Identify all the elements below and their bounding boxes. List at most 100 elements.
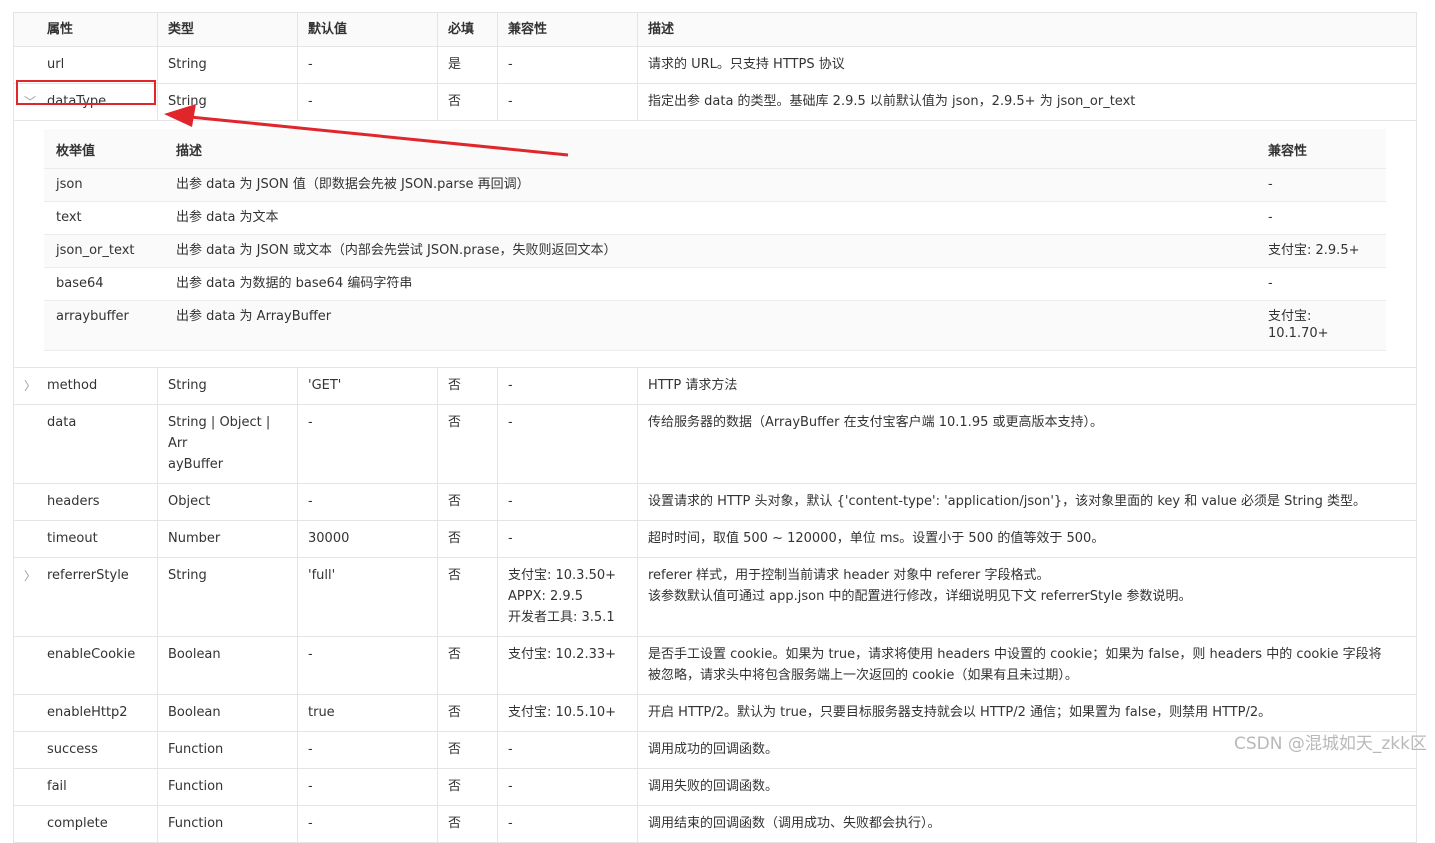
param-required: 否 [437,404,498,484]
param-type-line: String | Object | Arr [168,415,271,451]
param-default: - [297,636,438,695]
col-header-property: 属性 [13,12,158,47]
param-type: Object [157,483,298,521]
param-type: String [157,367,298,405]
enum-compat: 支付宝: 2.9.5+ [1256,234,1386,268]
param-required: 否 [437,731,498,769]
table-row-collapsible[interactable]: 〉 method String 'GET' 否 - HTTP 请求方法 [13,367,1417,405]
param-compat: - [497,483,638,521]
table-row: timeout Number 30000 否 - 超时时间，取值 500 ~ 1… [13,520,1417,558]
param-required: 否 [437,83,498,121]
enum-row: base64 出参 data 为数据的 base64 编码字符串 - [44,267,1386,301]
param-type: Number [157,520,298,558]
enum-row: json 出参 data 为 JSON 值（即数据会先被 JSON.parse … [44,168,1386,202]
param-desc: HTTP 请求方法 [637,367,1417,405]
enum-value: text [44,201,164,235]
enum-value: base64 [44,267,164,301]
enum-compat: - [1256,168,1386,202]
table-row-expanded[interactable]: ﹀ dataType String - 否 - 指定出参 data 的类型。基础… [13,83,1417,121]
param-default: - [297,404,438,484]
param-compat: - [497,404,638,484]
param-required: 否 [437,636,498,695]
param-required: 否 [437,367,498,405]
enum-desc: 出参 data 为 JSON 值（即数据会先被 JSON.parse 再回调） [164,168,1256,202]
compat-line: 开发者工具: 3.5.1 [508,610,615,625]
enum-desc: 出参 data 为数据的 base64 编码字符串 [164,267,1256,301]
param-compat: - [497,83,638,121]
table-row: data String | Object | Arr ayBuffer - 否 … [13,404,1417,484]
expanded-detail-row: 枚举值 描述 兼容性 json 出参 data 为 JSON 值（即数据会先被 … [13,120,1417,368]
param-name: enableHttp2 [13,694,158,732]
param-desc: 设置请求的 HTTP 头对象，默认 {'content-type': 'appl… [637,483,1417,521]
enum-subtable: 枚举值 描述 兼容性 json 出参 data 为 JSON 值（即数据会先被 … [44,129,1386,351]
desc-line: referer 样式，用于控制当前请求 header 对象中 referer 字… [648,568,1050,583]
table-row-collapsible[interactable]: 〉 referrerStyle String 'full' 否 支付宝: 10.… [13,557,1417,637]
param-default: 'full' [297,557,438,637]
chevron-right-icon[interactable]: 〉 [24,376,36,397]
param-default: - [297,83,438,121]
col-header-required: 必填 [437,12,498,47]
param-compat: - [497,805,638,843]
enum-value: json [44,168,164,202]
param-compat: 支付宝: 10.2.33+ [497,636,638,695]
table-row: enableCookie Boolean - 否 支付宝: 10.2.33+ 是… [13,636,1417,695]
param-compat: - [497,46,638,84]
param-required: 否 [437,805,498,843]
param-name: timeout [13,520,158,558]
enum-col-desc: 描述 [164,129,1256,169]
param-desc: 调用结束的回调函数（调用成功、失败都会执行）。 [637,805,1417,843]
param-desc: 开启 HTTP/2。默认为 true，只要目标服务器支持就会以 HTTP/2 通… [637,694,1417,732]
enum-compat: 支付宝: 10.1.70+ [1256,300,1386,351]
param-name: headers [13,483,158,521]
param-default: - [297,46,438,84]
col-header-default: 默认值 [297,12,438,47]
param-compat: - [497,520,638,558]
param-default: 'GET' [297,367,438,405]
param-default: - [297,731,438,769]
param-name-cell[interactable]: 〉 method [13,367,158,405]
param-name: complete [13,805,158,843]
param-name-cell[interactable]: 〉 referrerStyle [13,557,158,637]
param-desc: 超时时间，取值 500 ~ 120000，单位 ms。设置小于 500 的值等效… [637,520,1417,558]
param-default: - [297,768,438,806]
col-header-type: 类型 [157,12,298,47]
param-type: Function [157,731,298,769]
param-name: referrerStyle [47,568,129,583]
param-required: 否 [437,483,498,521]
desc-line: 被忽略，请求头中将包含服务端上一次返回的 cookie（如果有且未过期）。 [648,668,1078,683]
table-header: 属性 类型 默认值 必填 兼容性 描述 [13,12,1417,47]
enum-value: arraybuffer [44,300,164,351]
enum-desc: 出参 data 为 JSON 或文本（内部会先尝试 JSON.prase，失败则… [164,234,1256,268]
param-desc: 调用失败的回调函数。 [637,768,1417,806]
enum-row: arraybuffer 出参 data 为 ArrayBuffer 支付宝: 1… [44,300,1386,351]
enum-row: json_or_text 出参 data 为 JSON 或文本（内部会先尝试 J… [44,234,1386,268]
enum-value: json_or_text [44,234,164,268]
param-compat: - [497,731,638,769]
table-row: success Function - 否 - 调用成功的回调函数。 [13,731,1417,769]
param-name: fail [13,768,158,806]
param-required: 否 [437,768,498,806]
param-required: 否 [437,520,498,558]
param-name: success [13,731,158,769]
enum-desc: 出参 data 为文本 [164,201,1256,235]
chevron-right-icon[interactable]: 〉 [24,566,36,587]
param-default: true [297,694,438,732]
param-type: String [157,83,298,121]
param-required: 是 [437,46,498,84]
param-type: Boolean [157,694,298,732]
param-compat: 支付宝: 10.3.50+ APPX: 2.9.5 开发者工具: 3.5.1 [497,557,638,637]
param-name: url [13,46,158,84]
param-type: String [157,557,298,637]
enum-header: 枚举值 描述 兼容性 [44,129,1386,169]
param-desc: 指定出参 data 的类型。基础库 2.9.5 以前默认值为 json，2.9.… [637,83,1417,121]
param-type: Function [157,805,298,843]
watermark: CSDN @混城如天_zkk区 [1234,734,1427,754]
enum-compat: - [1256,201,1386,235]
param-name: method [47,378,98,393]
param-type: Function [157,768,298,806]
param-desc: 是否手工设置 cookie。如果为 true，请求将使用 headers 中设置… [637,636,1417,695]
param-required: 否 [437,557,498,637]
table-row: headers Object - 否 - 设置请求的 HTTP 头对象，默认 {… [13,483,1417,521]
enum-row: text 出参 data 为文本 - [44,201,1386,235]
param-desc: 请求的 URL。只支持 HTTPS 协议 [637,46,1417,84]
